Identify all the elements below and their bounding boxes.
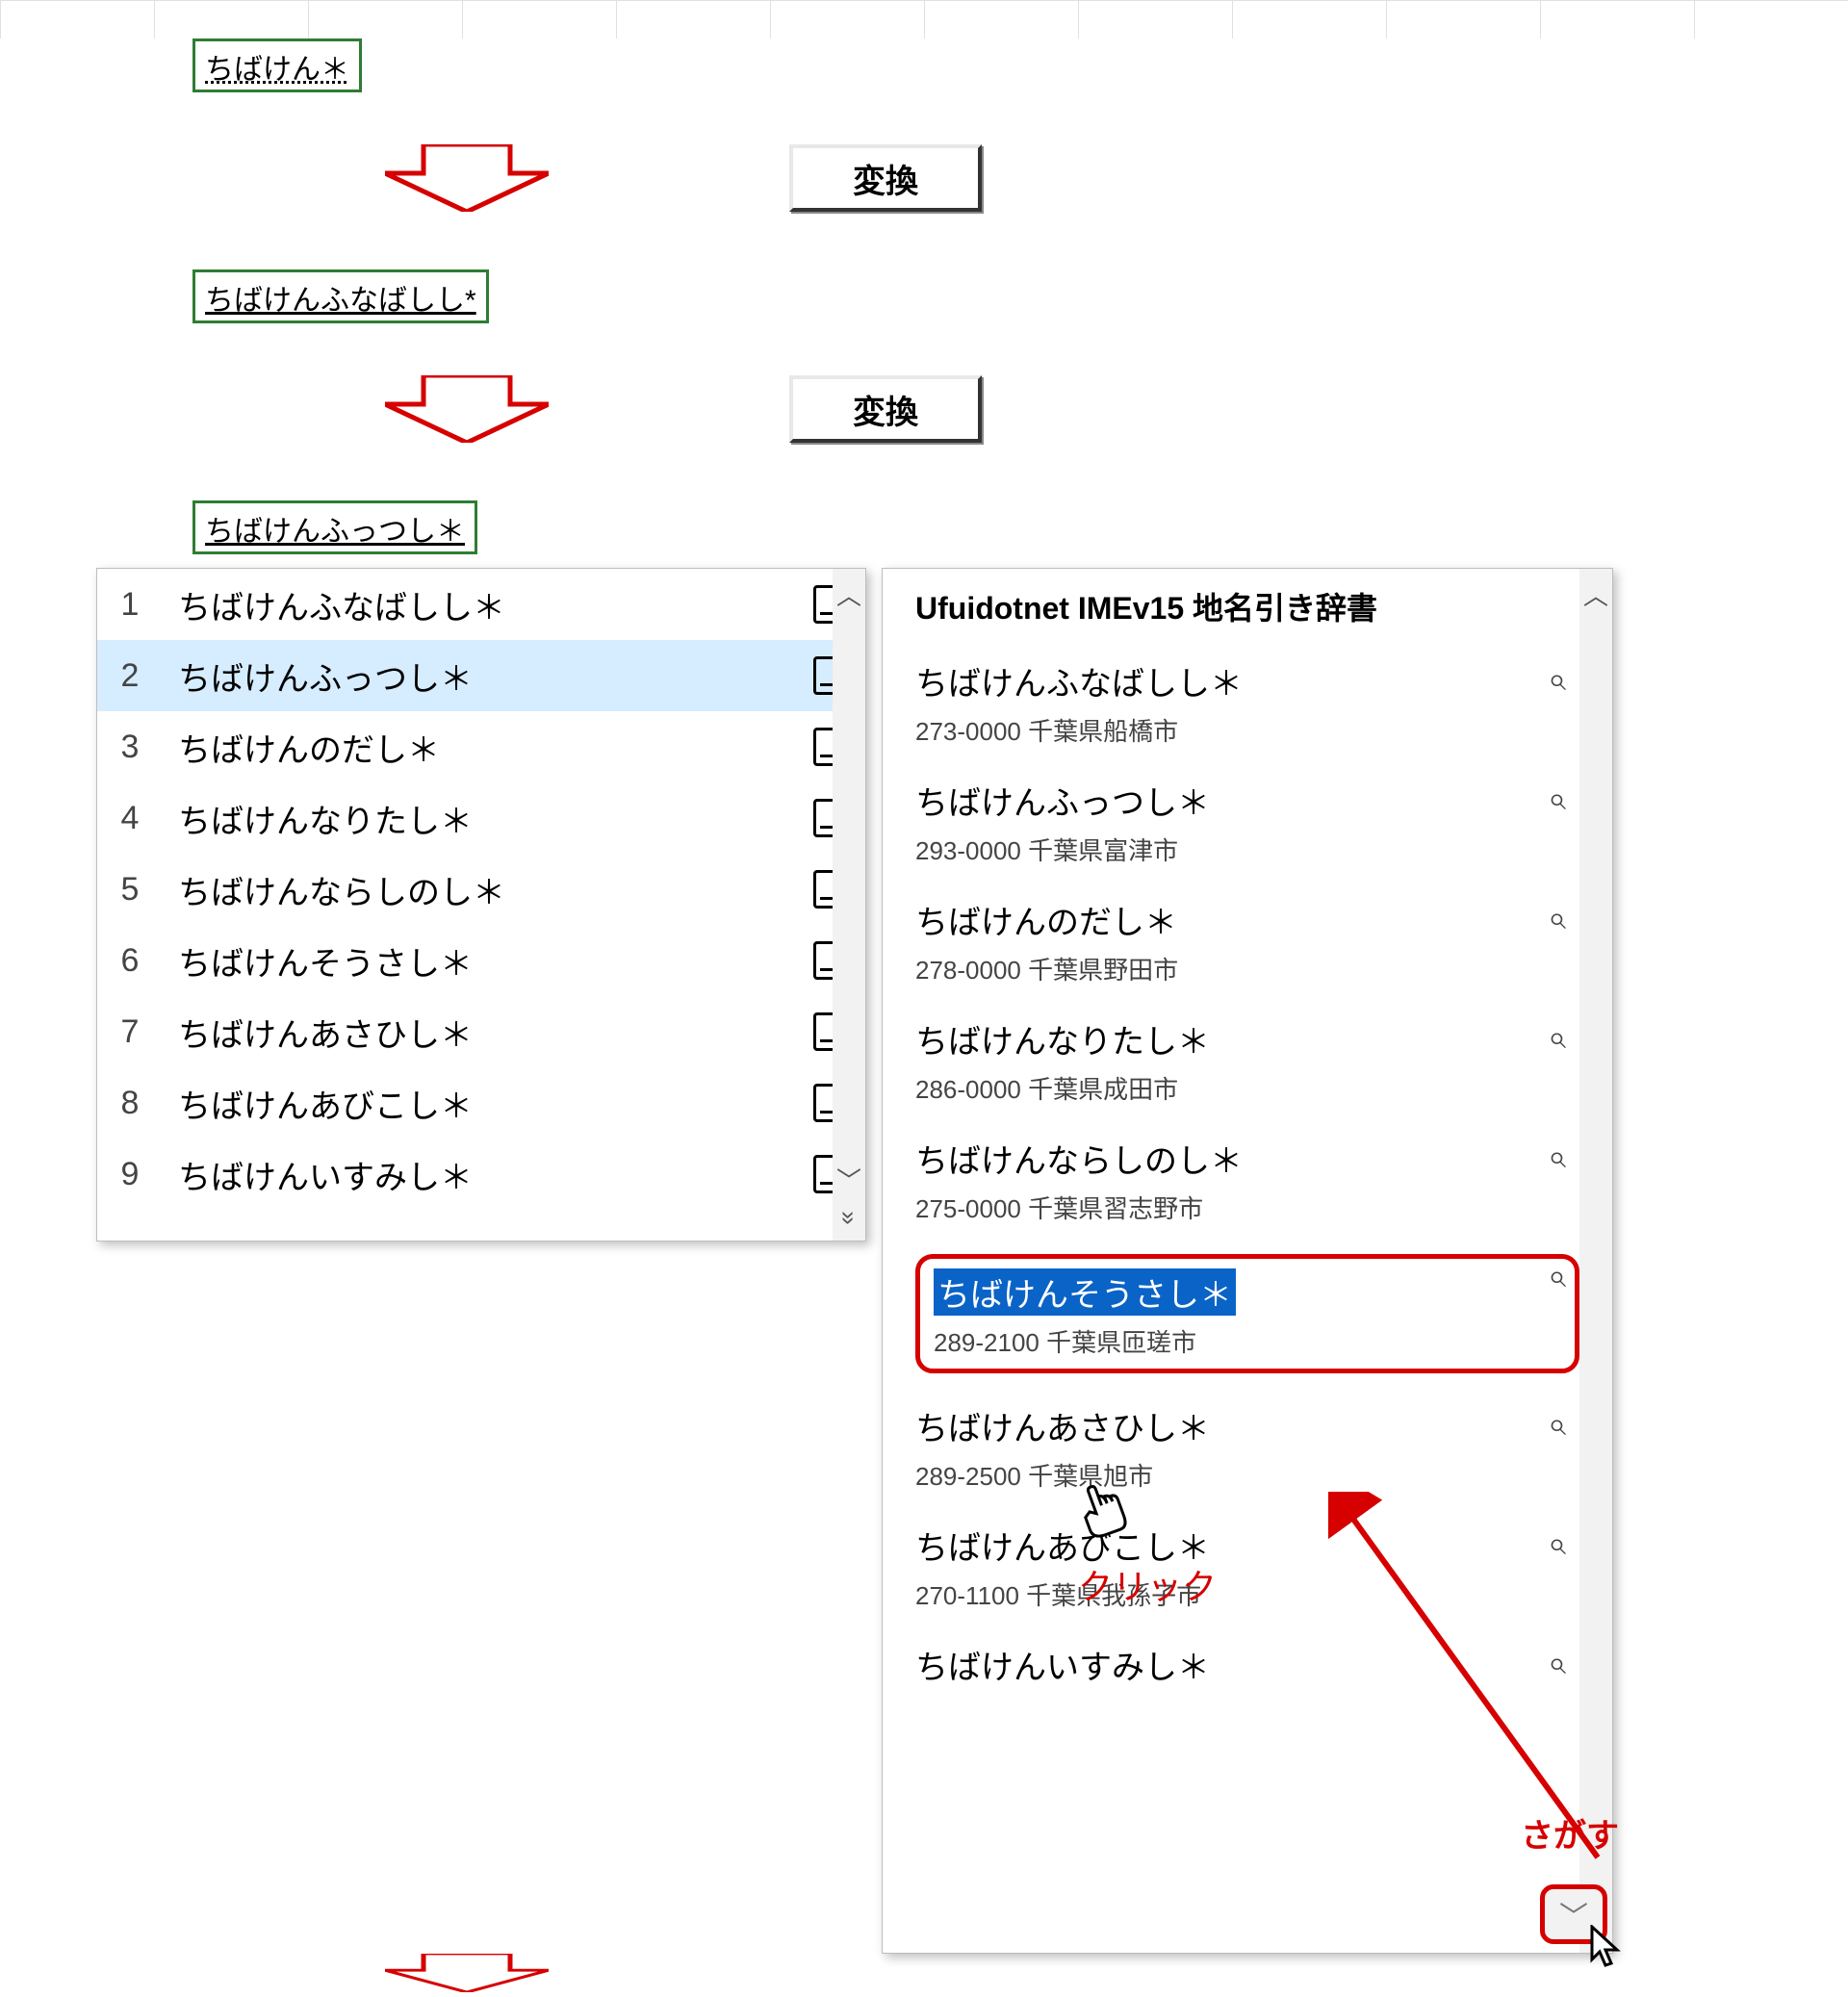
dictionary-item-4[interactable]: ちばけんなりたし＊ 286-0000 千葉県成田市 ⌕ (883, 996, 1612, 1115)
dict-reading: ちばけんなりたし＊ (915, 1015, 1210, 1063)
dict-detail: 273-0000 千葉県船橋市 (915, 712, 1579, 748)
flow-arrow-1 (385, 144, 549, 212)
dictionary-item-2[interactable]: ちばけんふっつし＊ 293-0000 千葉県富津市 ⌕ (883, 757, 1612, 877)
candidate-text: ちばけんそうさし＊ (178, 937, 779, 985)
candidate-text: ちばけんいすみし＊ (178, 1151, 779, 1198)
dict-detail: 289-2500 千葉県旭市 (915, 1457, 1579, 1493)
search-icon[interactable]: ⌕ (1548, 661, 1566, 699)
dictionary-item-3[interactable]: ちばけんのだし＊ 278-0000 千葉県野田市 ⌕ (883, 877, 1612, 996)
candidate-text: ちばけんなりたし＊ (178, 795, 779, 842)
chevron-down-icon: ﹀ (1559, 1893, 1588, 1935)
dictionary-item-5[interactable]: ちばけんならしのし＊ 275-0000 千葉県習志野市 ⌕ (883, 1115, 1612, 1235)
dict-detail: 289-2100 千葉県匝瑳市 (934, 1323, 1561, 1359)
search-icon[interactable]: ⌕ (1548, 1406, 1566, 1444)
scroll-up-icon[interactable]: ︿ (1583, 576, 1608, 612)
dict-reading: ちばけんいすみし＊ (915, 1641, 1210, 1688)
scroll-up-icon[interactable]: ︿ (836, 576, 861, 612)
active-cell-3[interactable]: ちばけんふっつし＊ (192, 500, 477, 554)
click-annotation: クリック (1078, 1559, 1217, 1609)
candidate-item-5[interactable]: 5 ちばけんならしのし＊ (97, 854, 865, 925)
candidate-item-6[interactable]: 6 ちばけんそうさし＊ (97, 925, 865, 996)
candidate-item-9[interactable]: 9 ちばけんいすみし＊ (97, 1139, 865, 1210)
candidate-item-2[interactable]: 2 ちばけんふっつし＊ (97, 640, 865, 711)
candidate-item-4[interactable]: 4 ちばけんなりたし＊ (97, 782, 865, 854)
candidate-item-1[interactable]: 1 ちばけんふなばしし＊ (97, 569, 865, 640)
candidate-index: 9 (116, 1156, 143, 1193)
henkan-button-2[interactable]: 変換 (789, 375, 982, 443)
flow-arrow-3 (385, 1954, 549, 1992)
dict-reading: ちばけんそうさし＊ (934, 1268, 1236, 1316)
ime-candidate-list: 1 ちばけんふなばしし＊ 2 ちばけんふっつし＊ 3 ちばけんのだし＊ 4 ちばけんなりたし＊… (96, 568, 866, 1242)
dict-detail: 275-0000 千葉県習志野市 (915, 1190, 1579, 1225)
candidate-item-3[interactable]: 3 ちばけんのだし＊ (97, 711, 865, 782)
dictionary-item-7[interactable]: ちばけんあさひし＊ 289-2500 千葉県旭市 ⌕ (883, 1383, 1612, 1502)
search-icon[interactable]: ⌕ (1548, 781, 1566, 818)
arrow-cursor-icon (1588, 1925, 1627, 1977)
candidate-index: 1 (116, 586, 143, 624)
expand-icon[interactable]: » (834, 1211, 864, 1224)
candidate-index: 5 (116, 871, 143, 909)
highlighted-entry: ちばけんそうさし＊ 289-2100 千葉県匝瑳市 (915, 1254, 1579, 1373)
dictionary-title: Ufuidotnet IMEv15 地名引き辞書 (883, 569, 1612, 638)
candidate-item-8[interactable]: 8 ちばけんあびこし＊ (97, 1067, 865, 1139)
sagasu-annotation: さがす (1521, 1809, 1619, 1856)
dict-reading: ちばけんあさひし＊ (915, 1402, 1210, 1449)
candidate-index: 8 (116, 1085, 143, 1122)
flow-arrow-2 (385, 375, 549, 443)
dict-detail: 286-0000 千葉県成田市 (915, 1070, 1579, 1106)
candidate-index: 6 (116, 942, 143, 980)
candidate-text: ちばけんのだし＊ (178, 724, 779, 771)
active-cell-1[interactable]: ちばけん＊ (192, 38, 362, 92)
dictionary-item-1[interactable]: ちばけんふなばしし＊ 273-0000 千葉県船橋市 ⌕ (883, 638, 1612, 757)
candidate-text: ちばけんあさひし＊ (178, 1009, 779, 1056)
henkan-button-1[interactable]: 変換 (789, 144, 982, 212)
candidate-index: 3 (116, 729, 143, 766)
candidate-index: 2 (116, 657, 143, 695)
search-icon[interactable]: ⌕ (1548, 1019, 1566, 1057)
candidate-text: ちばけんあびこし＊ (178, 1080, 779, 1127)
candidate-text: ちばけんふなばしし＊ (178, 581, 779, 628)
dictionary-item-6[interactable]: ちばけんそうさし＊ 289-2100 千葉県匝瑳市 ⌕ (883, 1235, 1612, 1383)
dict-reading: ちばけんのだし＊ (915, 896, 1177, 943)
candidate-index: 7 (116, 1013, 143, 1051)
search-icon[interactable]: ⌕ (1548, 1139, 1566, 1176)
search-icon[interactable]: ⌕ (1548, 900, 1566, 937)
search-icon[interactable]: ⌕ (1548, 1258, 1566, 1295)
candidate-scrollbar[interactable]: ︿ ﹀ » (833, 569, 865, 1241)
dict-detail: 293-0000 千葉県富津市 (915, 832, 1579, 867)
dict-reading: ちばけんふなばしし＊ (915, 657, 1243, 704)
scroll-down-icon[interactable]: ﹀ (836, 1162, 861, 1197)
dict-reading: ちばけんふっつし＊ (915, 777, 1210, 824)
candidate-text: ちばけんならしのし＊ (178, 866, 779, 913)
dict-reading: ちばけんならしのし＊ (915, 1135, 1243, 1182)
active-cell-2[interactable]: ちばけんふなばしし* (192, 269, 489, 323)
candidate-index: 4 (116, 800, 143, 837)
canvas: ちばけん＊ 変換 ちばけんふなばしし* 変換 ちばけんふっつし＊ 1ちばけんふな… (0, 0, 1848, 38)
candidate-item-7[interactable]: 7 ちばけんあさひし＊ (97, 996, 865, 1067)
candidate-text: ちばけんふっつし＊ (178, 653, 779, 700)
dict-detail: 278-0000 千葉県野田市 (915, 951, 1579, 986)
